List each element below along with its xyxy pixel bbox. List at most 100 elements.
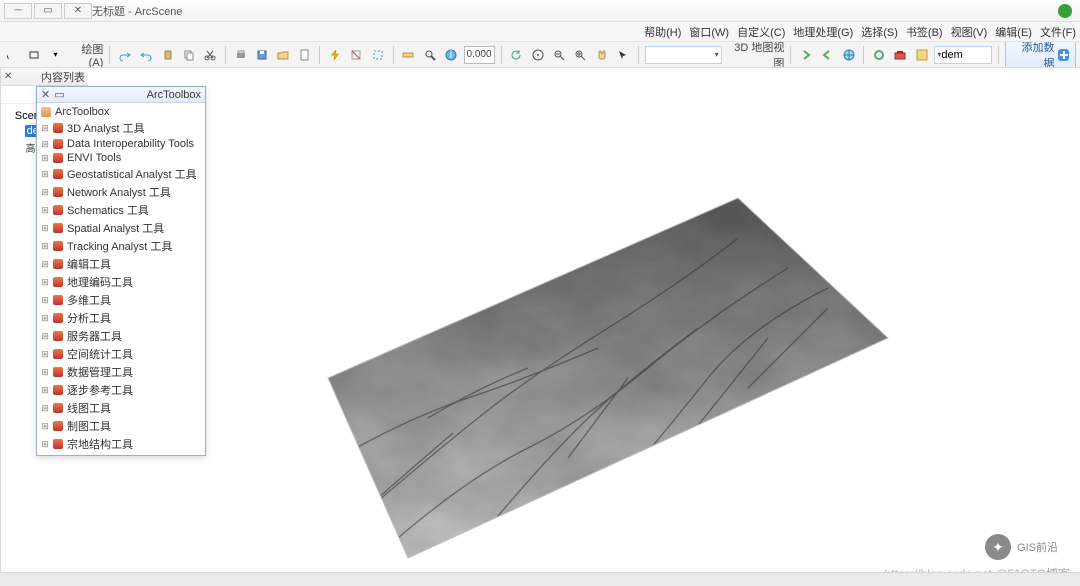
select-features-icon[interactable] [369,46,386,64]
toolbox-icon [53,421,63,431]
toolbox-icon[interactable] [892,46,909,64]
arctoolbox-item[interactable]: Network Analyst 工具⊞ [41,183,201,201]
zoom-out-icon[interactable] [550,46,567,64]
arctoolbox-item[interactable]: 制图工具⊞ [41,417,201,435]
toolbox-icon [53,169,63,179]
expand-icon: ⊞ [41,153,49,164]
arctoolbox-item[interactable]: ENVI Tools⊞ [41,151,201,165]
paste-icon[interactable] [159,46,176,64]
new-icon[interactable] [296,46,313,64]
layer-selector-input[interactable] [941,49,989,61]
arrow-right-icon[interactable] [797,46,814,64]
lightning-icon[interactable] [326,46,343,64]
cut-icon[interactable] [202,46,219,64]
arctoolbox-item[interactable]: 分析工具⊞ [41,309,201,327]
menu-customize[interactable]: 自定义(C) [737,24,785,40]
wechat-icon: ✦ [985,534,1011,560]
clear-selection-icon[interactable] [348,46,365,64]
expand-icon: ⊞ [41,403,49,414]
open-icon[interactable] [275,46,292,64]
menu-geoprocessing[interactable]: 地理处理(G) [793,24,853,40]
toc-header: 内容列表 ✕ [1,68,88,86]
measure-icon[interactable] [399,46,416,64]
arctoolbox-item[interactable]: 编辑工具⊞ [41,255,201,273]
arctoolbox-item[interactable]: Spatial Analyst 工具⊞ [41,219,201,237]
draw-label[interactable]: 绘图(A) [68,42,103,68]
rect-icon[interactable] [25,46,42,64]
find-icon[interactable] [421,46,438,64]
arctoolbox-item[interactable]: 多维工具⊞ [41,291,201,309]
maximize-button[interactable]: ▭ [34,3,62,19]
toc-title: 内容列表 [41,69,85,85]
menu-selection[interactable]: 选择(S) [861,24,898,40]
arctoolbox-pin-button[interactable]: ▭ [54,88,64,101]
toolbox-icon [53,259,63,269]
copy-icon[interactable] [180,46,197,64]
toolbar: 添加数据 ▾ 3D 地图视图 ▾ 0.000 i 绘图(A) ▾ A [0,42,1080,68]
add-data-button[interactable]: 添加数据 [1005,42,1076,68]
close-button[interactable]: ✕ [64,3,92,19]
menu-view[interactable]: 视图(V) [951,24,988,40]
toolbox-icon [53,223,63,233]
toolbox-icon [53,403,63,413]
undo-icon[interactable] [138,46,155,64]
menu-bar: 文件(F) 编辑(E) 视图(V) 书签(B) 选择(S) 地理处理(G) 自定… [0,22,1080,42]
arctoolbox-item[interactable]: 3D Analyst 工具⊞ [41,119,201,137]
arctoolbox-item[interactable]: 服务器工具⊞ [41,327,201,345]
redo-icon[interactable] [116,46,133,64]
zoom-in-icon[interactable] [572,46,589,64]
arctoolbox-item[interactable]: 逐步参考工具⊞ [41,381,201,399]
menu-help[interactable]: 帮助(H) [644,24,681,40]
arctoolbox-item[interactable]: Schematics 工具⊞ [41,201,201,219]
toolbox-icon [53,123,63,133]
hand-icon[interactable] [593,46,610,64]
menu-bookmarks[interactable]: 书签(B) [906,24,943,40]
arctoolbox-root[interactable]: ArcToolbox [41,105,201,119]
minimize-button[interactable]: ─ [4,3,32,19]
view-mode-combo[interactable]: ▾ [645,46,722,64]
arctoolbox-item[interactable]: Data Interoperability Tools⊞ [41,137,201,151]
save-icon[interactable] [253,46,270,64]
layer-combo-prefix: 3D 地图视图 [726,42,785,68]
expand-icon: ⊞ [41,421,49,432]
toolbox-icon [53,313,63,323]
nav-icon[interactable] [870,46,887,64]
text-icon[interactable]: A [4,46,21,64]
arctoolbox-item[interactable]: Tracking Analyst 工具⊞ [41,237,201,255]
separator [638,46,639,64]
arctoolbox-item[interactable]: Geostatistical Analyst 工具⊞ [41,165,201,183]
toc-close-button[interactable]: ✕ [4,71,12,82]
full-extent-icon[interactable] [529,46,546,64]
draw-dropdown-icon[interactable]: ▾ [47,46,64,64]
expand-icon: ⊞ [41,139,49,150]
layer-selector[interactable]: ▾ [934,46,992,64]
arrow-left-icon[interactable] [819,46,836,64]
arctoolbox-item[interactable]: 线图工具⊞ [41,399,201,417]
catalog-icon[interactable] [913,46,930,64]
identify-icon[interactable]: i [442,46,459,64]
window-controls: ─ ▭ ✕ [4,3,92,19]
window-title: 无标题 - ArcScene [92,3,1058,19]
separator [393,46,394,64]
arctoolbox-item[interactable]: 地理编码工具⊞ [41,273,201,291]
status-bar [0,572,1080,586]
scene-viewport[interactable] [88,68,1080,572]
pointer-icon[interactable] [614,46,631,64]
globe-icon[interactable] [840,46,857,64]
arctoolbox-header[interactable]: ArcToolbox ▭✕ [37,87,205,103]
toolbox-icon [53,439,63,449]
print-icon[interactable] [232,46,249,64]
expand-icon: ⊞ [41,123,49,134]
toolbox-icon [53,349,63,359]
zoom-display[interactable]: 0.000 [464,46,495,64]
menu-windows[interactable]: 窗口(W) [689,24,729,40]
menu-edit[interactable]: 编辑(E) [995,24,1032,40]
refresh-icon[interactable] [508,46,525,64]
separator [998,46,999,64]
arctoolbox-item[interactable]: 宗地结构工具⊞ [41,435,201,453]
arctoolbox-item[interactable]: 数据管理工具⊞ [41,363,201,381]
menu-file[interactable]: 文件(F) [1040,24,1076,40]
arctoolbox-close-button[interactable]: ✕ [41,88,50,101]
toolbox-icon [53,139,63,149]
arctoolbox-item[interactable]: 空间统计工具⊞ [41,345,201,363]
